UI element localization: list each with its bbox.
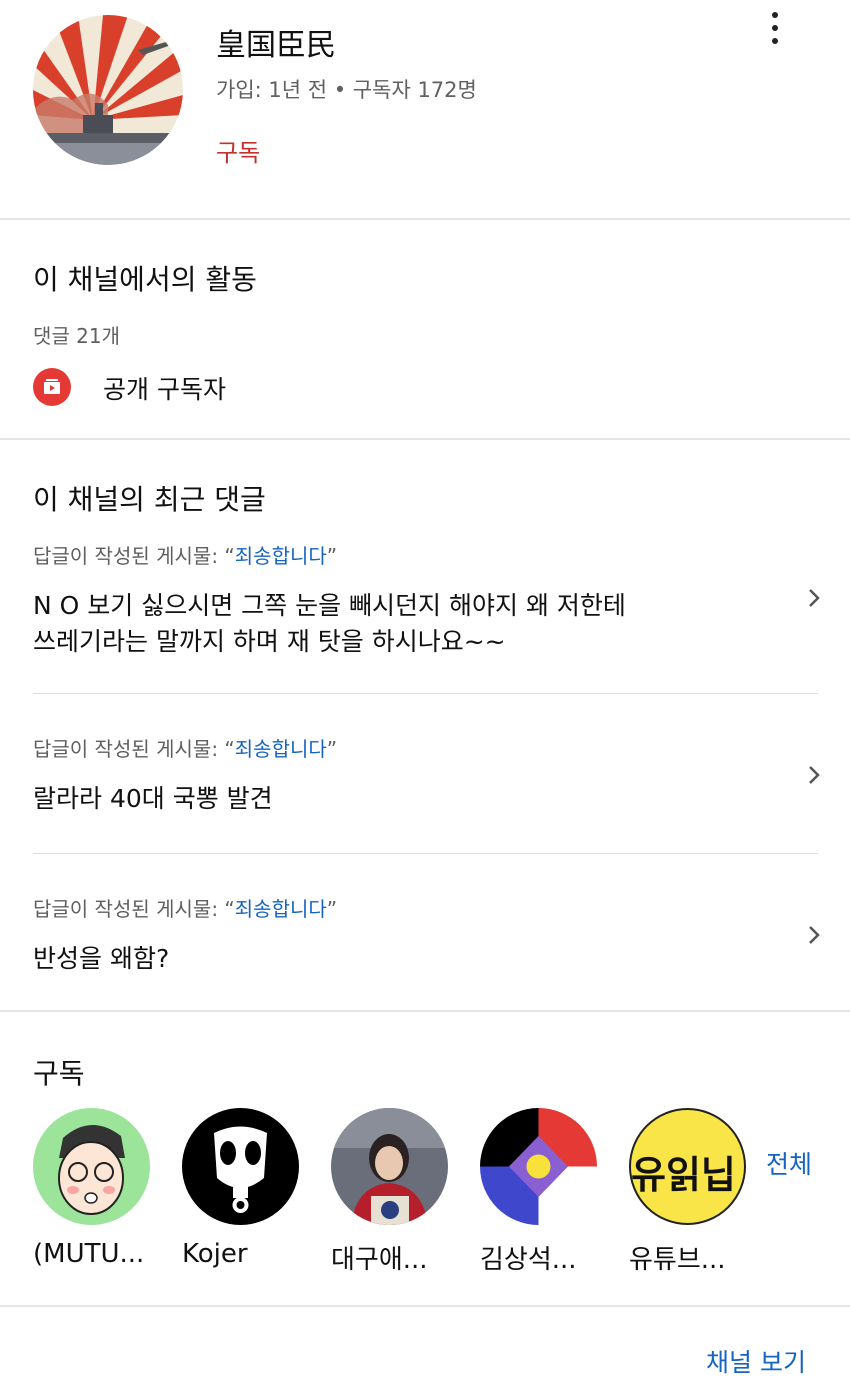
- comment-item[interactable]: 답글이 작성된 게시물: “죄송합니다” 반성을 왜함?: [0, 885, 850, 1005]
- divider: [0, 438, 850, 440]
- more-dot: [772, 25, 778, 31]
- divider: [33, 693, 818, 694]
- public-subscriber-label: 공개 구독자: [103, 375, 226, 404]
- chevron-right-icon: [809, 589, 820, 607]
- divider: [33, 853, 818, 854]
- view-all-subscriptions-link[interactable]: 전체: [766, 1145, 812, 1181]
- subscription-label: 김상석...: [480, 1245, 577, 1275]
- subscription-label: 유튜브...: [629, 1245, 726, 1275]
- context-prefix: 답글이 작성된 게시물: “: [33, 544, 235, 568]
- comment-text: 랄라라 40대 국뽕 발견: [33, 784, 273, 813]
- comment-context: 답글이 작성된 게시물: “죄송합니다”: [33, 540, 337, 569]
- comment-text-line: N O 보기 싫으시면 그쪽 눈을 빼시던지 해야지 왜 저한테: [33, 591, 626, 620]
- more-dot: [772, 38, 778, 44]
- rising-sun-battleship-avatar: [33, 15, 183, 165]
- context-prefix: 답글이 작성된 게시물: “: [33, 737, 235, 761]
- cartoon-face-avatar: [33, 1108, 150, 1225]
- channel-header: 皇国臣民 가입: 1년 전 • 구독자 172명 구독: [0, 0, 850, 218]
- subscription-label: (MUTU...: [33, 1239, 145, 1269]
- divider: [0, 218, 850, 220]
- subscription-item[interactable]: 대구애...: [331, 1108, 451, 1276]
- divider: [0, 1305, 850, 1307]
- context-suffix: ”: [326, 544, 338, 568]
- flag-avatar: [480, 1108, 597, 1225]
- comment-context: 답글이 작성된 게시물: “죄송합니다”: [33, 893, 337, 922]
- subscription-label: 대구애...: [331, 1245, 428, 1275]
- chevron-right-icon: [809, 766, 820, 784]
- view-channel-link[interactable]: 채널 보기: [706, 1343, 806, 1379]
- more-dot: [772, 12, 778, 18]
- activity-title: 이 채널에서의 활동: [33, 263, 257, 296]
- context-post-link[interactable]: 죄송합니다: [235, 544, 327, 568]
- comment-context: 답글이 작성된 게시물: “죄송합니다”: [33, 733, 337, 762]
- comment-item[interactable]: 답글이 작성된 게시물: “죄송합니다” N O 보기 싫으시면 그쪽 눈을 빼…: [0, 530, 850, 690]
- subscriptions-title: 구독: [33, 1057, 85, 1090]
- comment-text-line: 쓰레기라는 말까지 하며 재 탓을 하시나요~~: [33, 627, 506, 656]
- comment-item[interactable]: 답글이 작성된 게시물: “죄송합니다” 랄라라 40대 국뽕 발견: [0, 725, 850, 845]
- chevron-right-icon: [809, 926, 820, 944]
- comment-count: 댓글 21개: [33, 324, 121, 348]
- photo-avatar: [331, 1108, 448, 1225]
- context-post-link[interactable]: 죄송합니다: [235, 737, 327, 761]
- subscription-item[interactable]: Kojer: [182, 1108, 302, 1269]
- more-vertical-icon[interactable]: [760, 10, 790, 46]
- context-prefix: 답글이 작성된 게시물: “: [33, 897, 235, 921]
- recent-comments-title: 이 채널의 최근 댓글: [33, 483, 266, 516]
- avatar-text: 유읽닙: [631, 1153, 736, 1197]
- context-suffix: ”: [326, 737, 338, 761]
- channel-name: 皇国臣民: [216, 28, 336, 63]
- subscriptions-icon: [33, 368, 71, 406]
- subscribe-button[interactable]: 구독: [216, 133, 260, 168]
- gas-mask-avatar: [182, 1108, 299, 1225]
- subscription-item[interactable]: (MUTU...: [33, 1108, 153, 1269]
- divider: [0, 1010, 850, 1012]
- subscription-item[interactable]: 김상석...: [480, 1108, 600, 1276]
- subscription-label: Kojer: [182, 1239, 248, 1269]
- context-post-link[interactable]: 죄송합니다: [235, 897, 327, 921]
- channel-avatar[interactable]: [33, 15, 183, 165]
- channel-meta: 가입: 1년 전 • 구독자 172명: [216, 78, 477, 102]
- comment-text: N O 보기 싫으시면 그쪽 눈을 빼시던지 해야지 왜 저한테 쓰레기라는 말…: [33, 588, 773, 660]
- context-suffix: ”: [326, 897, 338, 921]
- comment-text: 반성을 왜함?: [33, 944, 170, 973]
- yellow-text-avatar: 유읽닙: [629, 1108, 746, 1225]
- subscription-item[interactable]: 유읽닙 유튜브...: [629, 1108, 749, 1276]
